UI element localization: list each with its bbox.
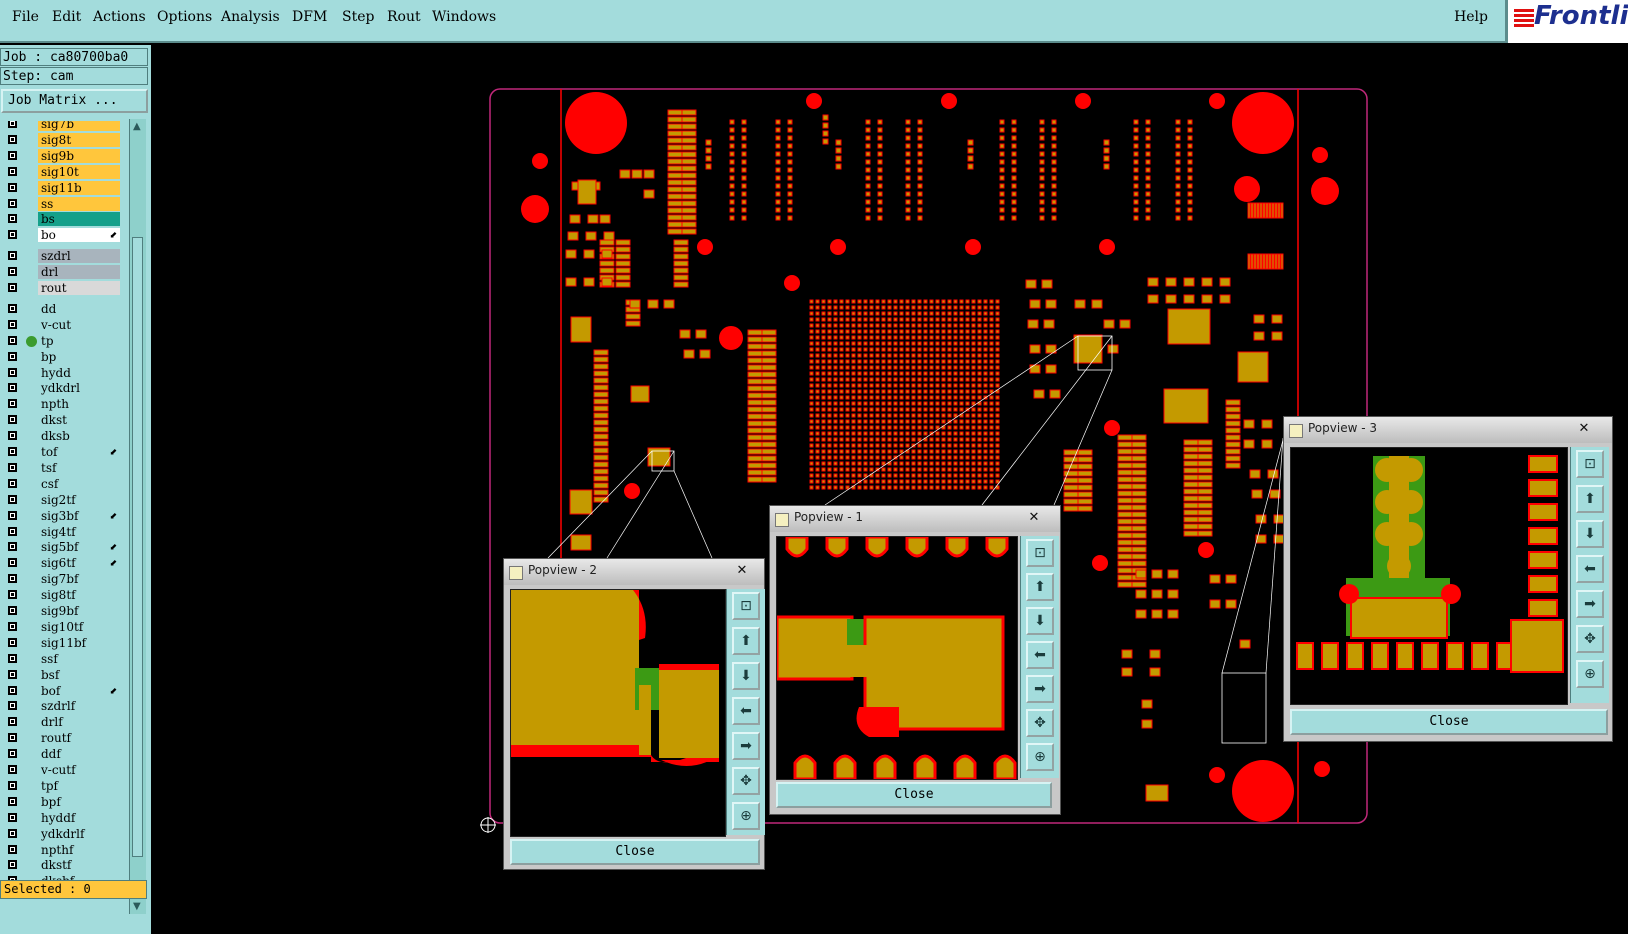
pan-down-icon[interactable]: ⬇ <box>1576 520 1604 548</box>
pan-right-icon[interactable]: ➡ <box>1576 590 1604 618</box>
popview-3-title: Popview - 3 <box>1308 421 1377 435</box>
popview-2-close-button[interactable]: Close <box>510 839 760 865</box>
pan-down-icon[interactable]: ⬇ <box>732 662 760 690</box>
popview-3-close-button[interactable]: Close <box>1290 709 1608 735</box>
close-icon[interactable]: ✕ <box>1014 509 1054 527</box>
pan-up-icon[interactable]: ⬆ <box>732 627 760 655</box>
popview-1-titlebar[interactable]: Popview - 1 ✕ <box>770 506 1060 532</box>
zoom-out-icon[interactable]: ⊕ <box>1576 660 1604 688</box>
popview-3-titlebar[interactable]: Popview - 3 ✕ <box>1284 417 1612 443</box>
window-icon <box>1289 424 1303 438</box>
zoom-out-icon[interactable]: ⊕ <box>732 802 760 830</box>
popview-2-canvas[interactable] <box>510 589 726 837</box>
zoom-home-icon[interactable]: ⊡ <box>1576 450 1604 478</box>
popview-1-window: Popview - 1 ✕ ⊡ ⬆ ⬇ ⬅ ➡ ✥ ⊕ Close <box>769 505 1061 815</box>
pan-down-icon[interactable]: ⬇ <box>1026 607 1054 635</box>
popview-3-canvas[interactable] <box>1290 447 1568 705</box>
popview-2-title: Popview - 2 <box>528 563 597 577</box>
popview-3-window: Popview - 3 ✕ ⊡ ⬆ ⬇ ⬅ ➡ ✥ ⊕ Close <box>1283 416 1613 742</box>
pan-left-icon[interactable]: ⬅ <box>1026 641 1054 669</box>
pan-right-icon[interactable]: ➡ <box>1026 675 1054 703</box>
zoom-home-icon[interactable]: ⊡ <box>732 592 760 620</box>
popview-1-title: Popview - 1 <box>794 510 863 524</box>
close-icon[interactable]: ✕ <box>722 562 762 580</box>
pan-up-icon[interactable]: ⬆ <box>1026 573 1054 601</box>
pan-left-icon[interactable]: ⬅ <box>1576 555 1604 583</box>
zoom-out-icon[interactable]: ⊕ <box>1026 743 1054 771</box>
popview-1-close-button[interactable]: Close <box>776 782 1052 808</box>
popview-2-titlebar[interactable]: Popview - 2 ✕ <box>504 559 764 585</box>
popview-2-toolbar: ⊡ ⬆ ⬇ ⬅ ➡ ✥ ⊕ <box>726 589 765 835</box>
pan-right-icon[interactable]: ➡ <box>732 732 760 760</box>
zoom-home-icon[interactable]: ⊡ <box>1026 539 1054 567</box>
zoom-in-icon[interactable]: ✥ <box>1576 625 1604 653</box>
pan-left-icon[interactable]: ⬅ <box>732 697 760 725</box>
popview-2-window: Popview - 2 ✕ ⊡ ⬆ ⬇ ⬅ ➡ ✥ ⊕ Close <box>503 558 765 870</box>
popview-3-toolbar: ⊡ ⬆ ⬇ ⬅ ➡ ✥ ⊕ <box>1570 447 1609 703</box>
close-icon[interactable]: ✕ <box>1564 420 1604 438</box>
zoom-in-icon[interactable]: ✥ <box>1026 709 1054 737</box>
window-icon <box>775 513 789 527</box>
popview-1-toolbar: ⊡ ⬆ ⬇ ⬅ ➡ ✥ ⊕ <box>1020 536 1059 778</box>
popview-1-canvas[interactable] <box>776 536 1018 780</box>
pan-up-icon[interactable]: ⬆ <box>1576 485 1604 513</box>
zoom-in-icon[interactable]: ✥ <box>732 767 760 795</box>
window-icon <box>509 566 523 580</box>
